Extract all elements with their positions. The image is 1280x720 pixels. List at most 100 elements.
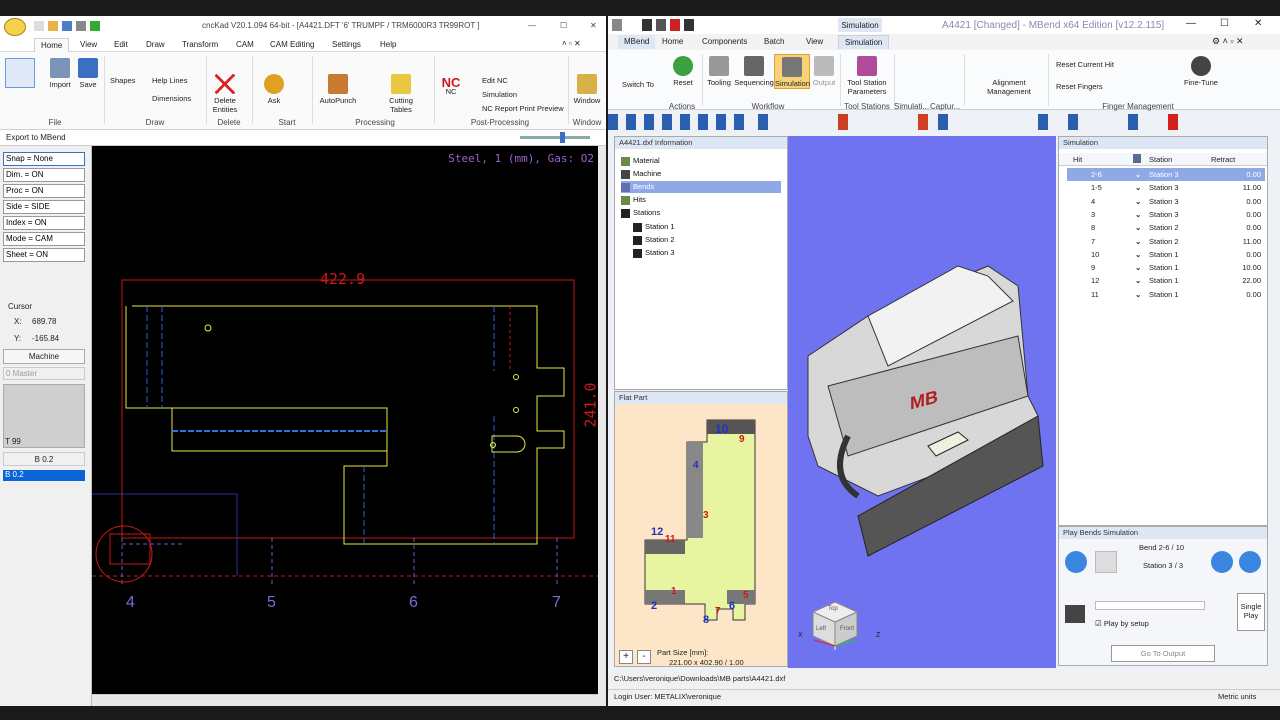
simulation-button[interactable]: Simulation — [774, 54, 810, 89]
fine-tune-button[interactable]: Fine-Tune — [1182, 56, 1220, 87]
simulation-table-row[interactable]: 9 ⌄ Station 1 10.00 — [1067, 261, 1265, 274]
quick-access-toolbar[interactable] — [34, 21, 154, 31]
tree-stations[interactable]: Stations — [621, 207, 660, 219]
tab-simulation[interactable]: Simulation — [838, 35, 890, 49]
chevron-down-icon[interactable]: ⌄ — [1135, 195, 1141, 208]
tab-edit[interactable]: Edit — [108, 38, 134, 52]
alignment-management-dropdown[interactable]: Alignment Management — [980, 78, 1038, 96]
shapes-dropdown[interactable]: Shapes — [110, 76, 135, 85]
tab-settings[interactable]: Settings — [326, 38, 367, 52]
tool-b-button[interactable]: B 0.2 — [3, 452, 85, 466]
maximize-icon[interactable]: ☐ — [1220, 18, 1229, 29]
simulation-table-row[interactable]: 8 ⌄ Station 2 0.00 — [1067, 221, 1265, 234]
simulation-table-row[interactable]: 10 ⌄ Station 1 0.00 — [1067, 248, 1265, 261]
close-icon[interactable]: ✕ — [1254, 18, 1262, 29]
dim-setting[interactable]: Dim. = ON — [3, 168, 85, 182]
view-cube[interactable]: Top Left Front — [810, 600, 860, 656]
chevron-down-icon[interactable]: ⌄ — [1135, 208, 1141, 221]
col-station[interactable]: Station — [1149, 155, 1172, 164]
zoom-slider[interactable] — [520, 136, 590, 139]
simulation-viewport[interactable]: MB Top Left Front X Z — [788, 136, 1056, 668]
save-button[interactable]: Save — [76, 58, 100, 89]
window-button[interactable]: Window — [572, 74, 602, 105]
chevron-down-icon[interactable]: ⌄ — [1135, 288, 1141, 301]
proc-setting[interactable]: Proc = ON — [3, 184, 85, 198]
vertical-scrollbar[interactable] — [598, 146, 606, 706]
zoom-in-button[interactable]: + — [619, 650, 633, 664]
mbend-view-toolbar[interactable] — [608, 114, 1280, 130]
single-play-button[interactable]: Single Play — [1237, 593, 1265, 631]
tree-hits[interactable]: Hits — [621, 194, 646, 206]
reset-fingers-button[interactable]: Reset Fingers — [1056, 82, 1103, 91]
cad-canvas[interactable]: Steel, 1 (mm), Gas: O2 422.9 241.0 4 5 6… — [92, 146, 598, 706]
tab-cam-editing[interactable]: CAM Editing — [264, 38, 320, 52]
settings-icon[interactable]: ⚙ ˄ ▫ ✕ — [1212, 36, 1244, 47]
zoom-handle[interactable] — [560, 132, 565, 143]
command-line[interactable]: Export to MBend — [0, 130, 606, 146]
simulation-table-row[interactable]: 3 ⌄ Station 3 0.00 — [1067, 208, 1265, 221]
chevron-down-icon[interactable]: ⌄ — [1135, 235, 1141, 248]
edit-nc-button[interactable]: Edit NC — [482, 76, 508, 85]
tree-machine[interactable]: Machine — [621, 168, 661, 180]
play-by-setup-checkbox[interactable]: ☑ Play by setup — [1095, 619, 1149, 628]
ask-button[interactable]: Ask — [260, 74, 288, 105]
mode-setting[interactable]: Mode = CAM — [3, 232, 85, 246]
simulation-table-row[interactable]: 7 ⌄ Station 2 11.00 — [1067, 235, 1265, 248]
play-button[interactable] — [1239, 551, 1261, 573]
switch-to-button[interactable]: Switch To — [620, 80, 656, 89]
maximize-icon[interactable]: ☐ — [560, 21, 567, 30]
step-back-button[interactable] — [1095, 551, 1117, 573]
machine-button[interactable]: Machine — [3, 349, 85, 364]
simulation-button[interactable]: Simulation — [482, 90, 517, 99]
reset-button[interactable]: Reset — [668, 56, 698, 87]
snap-setting[interactable]: Snap = None — [3, 152, 85, 166]
tab-transform[interactable]: Transform — [176, 38, 224, 52]
tool-station-params-button[interactable]: Tool Station Parameters — [842, 56, 892, 96]
simulation-table-row[interactable]: 2-6 ⌄ Station 3 0.00 — [1067, 168, 1265, 181]
reset-current-hit-button[interactable]: Reset Current Hit — [1056, 60, 1114, 69]
chevron-down-icon[interactable]: ⌄ — [1135, 181, 1141, 194]
chevron-down-icon[interactable]: ⌄ — [1135, 168, 1141, 181]
chevron-down-icon[interactable]: ⌄ — [1135, 274, 1141, 287]
tree-material[interactable]: Material — [621, 155, 660, 167]
simulation-table-row[interactable]: 12 ⌄ Station 1 22.00 — [1067, 274, 1265, 287]
close-icon[interactable]: ✕ — [590, 21, 597, 30]
chevron-down-icon[interactable]: ⌄ — [1135, 248, 1141, 261]
nc-button[interactable]: NC NC — [440, 76, 462, 96]
minimize-icon[interactable]: — — [528, 21, 536, 30]
help-lines-dropdown[interactable]: Help Lines — [152, 76, 187, 85]
tree-station-1[interactable]: Station 1 — [633, 221, 675, 233]
tab-cam[interactable]: CAM — [230, 38, 260, 52]
step-forward-button[interactable] — [1211, 551, 1233, 573]
side-setting[interactable]: Side = SIDE — [3, 200, 85, 214]
dimensions-dropdown[interactable]: Dimensions — [152, 94, 191, 103]
sequencing-button[interactable]: Sequencing — [734, 56, 774, 87]
nc-report-button[interactable]: NC Report Print Preview — [482, 104, 564, 113]
col-hit[interactable]: Hit — [1073, 155, 1082, 164]
tree-station-2[interactable]: Station 2 — [633, 234, 675, 246]
simulation-table-row[interactable]: 11 ⌄ Station 1 0.00 — [1067, 288, 1265, 301]
minimize-icon[interactable]: — — [1186, 18, 1196, 29]
tab-mbend[interactable]: MBend — [618, 35, 656, 49]
tab-draw[interactable]: Draw — [140, 38, 171, 52]
tool-b-selected[interactable]: B 0.2 — [3, 470, 85, 481]
horizontal-scrollbar[interactable] — [92, 694, 598, 706]
ribbon-collapse-icon[interactable]: ˄ ▫ ✕ — [562, 39, 581, 48]
progress-slider[interactable] — [1095, 601, 1205, 610]
import-button[interactable]: Import — [46, 58, 74, 89]
col-retract[interactable]: Retract — [1211, 155, 1235, 164]
tree-station-3[interactable]: Station 3 — [633, 247, 675, 259]
autopunch-button[interactable]: AutoPunch — [316, 74, 360, 105]
tooling-button[interactable]: Tooling — [704, 56, 734, 87]
delete-entities-button[interactable]: Delete Entities — [208, 74, 242, 114]
tab-batch[interactable]: Batch — [758, 35, 790, 49]
tree-bends[interactable]: Bends — [621, 181, 781, 193]
output-button[interactable]: Output — [810, 56, 838, 87]
rewind-button[interactable] — [1065, 551, 1087, 573]
sheet-setting[interactable]: Sheet = ON — [3, 248, 85, 262]
index-setting[interactable]: Index = ON — [3, 216, 85, 230]
master-select[interactable]: 0 Master — [3, 367, 85, 380]
simulation-table-row[interactable]: 4 ⌄ Station 3 0.00 — [1067, 195, 1265, 208]
tab-view[interactable]: View — [800, 35, 829, 49]
tab-components[interactable]: Components — [696, 35, 753, 49]
